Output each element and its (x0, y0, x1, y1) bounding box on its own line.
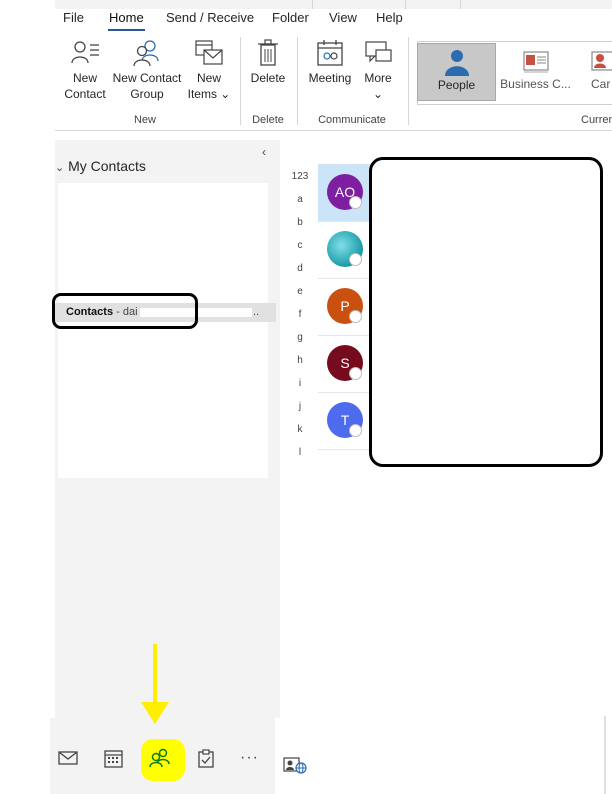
folder-list (58, 183, 268, 478)
new-contact-group-label-2: Group (130, 87, 164, 101)
expand-chevron-icon: ⌄ (55, 162, 65, 174)
contact-row[interactable]: P (318, 278, 370, 336)
index-h[interactable]: h (288, 355, 312, 366)
new-items-button[interactable]: New Items ⌄ (186, 39, 232, 102)
more-communicate-icon (365, 41, 392, 63)
group-label-communicate: Communicate (318, 114, 386, 126)
more-chevron-icon: ⌄ (372, 87, 384, 101)
index-l[interactable]: l (288, 447, 312, 458)
index-i[interactable]: i (288, 378, 312, 389)
people-icon[interactable] (149, 748, 171, 768)
index-g[interactable]: g (288, 332, 312, 343)
group-label-delete: Delete (252, 114, 284, 126)
new-items-icon (195, 40, 223, 65)
strip-separator (405, 0, 406, 9)
view-card-button[interactable]: Car (579, 43, 612, 99)
meeting-label: Meeting (308, 71, 352, 85)
card-view-icon (591, 51, 612, 71)
new-contact-button[interactable]: New Contact (61, 39, 109, 102)
contact-group-icon (133, 40, 159, 67)
group-separator (297, 37, 298, 125)
index-e[interactable]: e (288, 286, 312, 297)
contact-row[interactable] (318, 221, 370, 279)
group-label-current-view: Curren (581, 114, 612, 126)
index-k[interactable]: k (288, 424, 312, 435)
contact-row[interactable]: S (318, 335, 370, 393)
menu-help[interactable]: Help (376, 9, 403, 27)
people-view-icon (444, 50, 469, 76)
presence-status-icon (349, 196, 362, 209)
business-card-icon (522, 51, 549, 73)
trash-icon (258, 39, 278, 66)
view-people-label: People (437, 78, 476, 92)
menu-view[interactable]: View (329, 9, 357, 27)
menu-send-receive[interactable]: Send / Receive (166, 9, 254, 27)
collapse-pane-icon[interactable]: ‹ (262, 145, 266, 159)
group-label-new: New (133, 114, 156, 126)
mail-icon[interactable] (58, 750, 78, 766)
view-card-label: Car (591, 77, 611, 91)
meeting-button[interactable]: Meeting (305, 39, 355, 86)
menu-home[interactable]: Home (108, 9, 145, 31)
index-123[interactable]: 123 (288, 171, 312, 182)
contact-row[interactable]: T (318, 392, 370, 450)
index-d[interactable]: d (288, 263, 312, 274)
pane-edge (604, 716, 606, 794)
menu-bar: File Home Send / Receive Folder View Hel… (55, 9, 612, 31)
view-people-button[interactable]: People (417, 43, 496, 101)
new-contact-group-label-1: New Contact (112, 71, 182, 85)
annotation-arrow-icon (141, 644, 169, 724)
contacts-folder-ellipsis: .. (253, 306, 260, 318)
index-c[interactable]: c (288, 240, 312, 251)
group-separator (240, 37, 241, 125)
new-contact-icon (71, 41, 99, 64)
more-apps-icon[interactable]: ··· (240, 749, 259, 767)
my-contacts-label: My Contacts (68, 158, 146, 174)
group-separator (408, 37, 409, 125)
new-contact-label-2: Contact (64, 87, 106, 101)
presence-status-icon (349, 310, 362, 323)
redacted-contact-names (369, 157, 603, 467)
new-contact-group-button[interactable]: New Contact Group (112, 39, 182, 102)
delete-label: Delete (250, 71, 286, 85)
new-items-label-2: Items ⌄ (187, 87, 231, 101)
index-b[interactable]: b (288, 217, 312, 228)
meeting-calendar-icon (317, 40, 343, 66)
index-j[interactable]: j (288, 401, 312, 412)
presence-status-icon (349, 367, 362, 380)
contact-row[interactable]: AO (318, 164, 370, 222)
presence-status-icon (349, 253, 362, 266)
new-contact-label-1: New (72, 71, 97, 85)
strip-separator (312, 0, 313, 9)
more-label: More (364, 71, 392, 85)
new-items-label-1: New (196, 71, 221, 85)
tasks-icon[interactable] (197, 749, 215, 768)
view-business-label: Business C... (500, 77, 571, 91)
index-f[interactable]: f (288, 309, 312, 320)
calendar-icon[interactable] (104, 749, 123, 768)
contact-directory-icon[interactable] (283, 756, 307, 774)
ribbon: New Contact New Contact Group New Items … (55, 31, 612, 131)
view-business-card-button[interactable]: Business C... (497, 43, 574, 99)
presence-status-icon (349, 424, 362, 437)
my-contacts-header[interactable]: ⌄ My Contacts (55, 158, 146, 174)
reading-pane-bottom (275, 718, 612, 794)
menu-file[interactable]: File (63, 9, 84, 27)
menu-folder[interactable]: Folder (272, 9, 309, 27)
index-a[interactable]: a (288, 194, 312, 205)
strip-separator (460, 0, 461, 9)
annotation-circle (52, 293, 198, 329)
more-button[interactable]: More ⌄ (359, 39, 397, 102)
delete-button[interactable]: Delete (247, 39, 289, 86)
